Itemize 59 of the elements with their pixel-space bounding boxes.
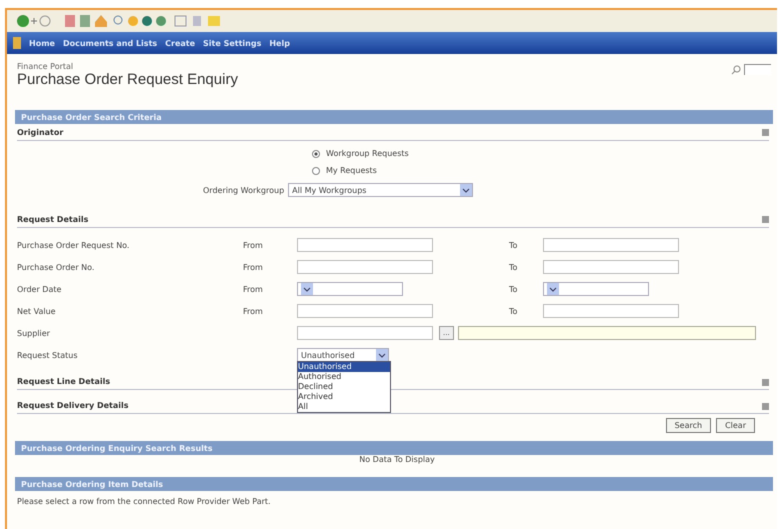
field-label: From xyxy=(243,262,264,272)
dropdown-option[interactable]: Authorised xyxy=(298,372,390,382)
collapse-icon[interactable] xyxy=(762,216,769,222)
radio-button[interactable] xyxy=(312,166,320,174)
section-title: Originator xyxy=(17,128,64,136)
dropdown-option[interactable]: Declined xyxy=(298,382,390,392)
dropdown-option[interactable]: Archived xyxy=(298,392,390,402)
field-label: Request Status xyxy=(17,350,79,360)
field-label: From xyxy=(243,306,264,316)
workgroup-dropdown[interactable]: All My Workgroups xyxy=(288,183,474,197)
site-icon xyxy=(13,37,21,49)
section-title: Request Delivery Details xyxy=(17,401,128,410)
dropdown-option[interactable]: Unauthorised xyxy=(298,362,390,372)
section-title: Purchase Order Search Criteria xyxy=(21,112,162,122)
field-label: Net Value xyxy=(17,306,57,316)
field-label: Supplier xyxy=(17,328,51,338)
nav-link[interactable]: Help xyxy=(269,38,290,48)
field-label: Purchase Order Request No. xyxy=(17,240,130,250)
field-label: To xyxy=(509,284,518,294)
section-title: Request Line Details xyxy=(17,377,110,386)
nav-link[interactable]: Home xyxy=(29,38,55,48)
radio-label: Workgroup Requests xyxy=(326,149,409,158)
field-label: Ordering Workgroup xyxy=(203,186,284,194)
input-field[interactable] xyxy=(543,304,679,318)
field-label: From xyxy=(243,240,264,250)
nav-link[interactable]: Create xyxy=(165,38,196,48)
date-dropdown[interactable] xyxy=(543,282,649,296)
input-field[interactable] xyxy=(297,238,433,252)
field-label: To xyxy=(509,306,518,316)
radio-button[interactable] xyxy=(312,150,320,158)
section-title: Purchase Ordering Enquiry Search Results xyxy=(21,444,212,452)
section-title: Request Details xyxy=(17,214,88,224)
input-field[interactable] xyxy=(297,304,433,318)
input-field[interactable] xyxy=(297,260,433,274)
nav-link[interactable]: Site Settings xyxy=(203,38,262,48)
collapse-icon[interactable] xyxy=(762,128,769,136)
date-dropdown[interactable] xyxy=(297,282,403,296)
form-button[interactable]: Clear xyxy=(716,418,755,433)
input-field[interactable] xyxy=(297,326,433,340)
dropdown-option[interactable]: All xyxy=(298,402,390,412)
input-field[interactable] xyxy=(543,260,679,274)
status-dropdown[interactable]: Unauthorised xyxy=(297,348,389,362)
search-icon xyxy=(731,64,741,74)
field-label: Purchase Order No. xyxy=(17,262,96,272)
input-field[interactable] xyxy=(543,238,679,252)
form-button[interactable]: Search xyxy=(666,418,712,433)
search-field[interactable] xyxy=(744,64,771,75)
field-label: Order Date xyxy=(17,284,62,294)
field-label: From xyxy=(243,284,264,294)
page-title: Purchase Order Request Enquiry xyxy=(17,71,238,88)
breadcrumb-link[interactable]: Finance Portal xyxy=(17,62,238,71)
field-label: To xyxy=(509,240,518,250)
section-title: Purchase Ordering Item Details xyxy=(21,480,163,488)
supplier-name-field[interactable] xyxy=(458,326,756,340)
nav-link[interactable]: Documents and Lists xyxy=(62,38,158,48)
radio-label: My Requests xyxy=(326,166,377,175)
info-message: Please select a row from the connected Row Provider Web Part. xyxy=(17,496,271,506)
field-label: To xyxy=(509,262,518,272)
empty-message: No Data To Display xyxy=(359,455,435,464)
